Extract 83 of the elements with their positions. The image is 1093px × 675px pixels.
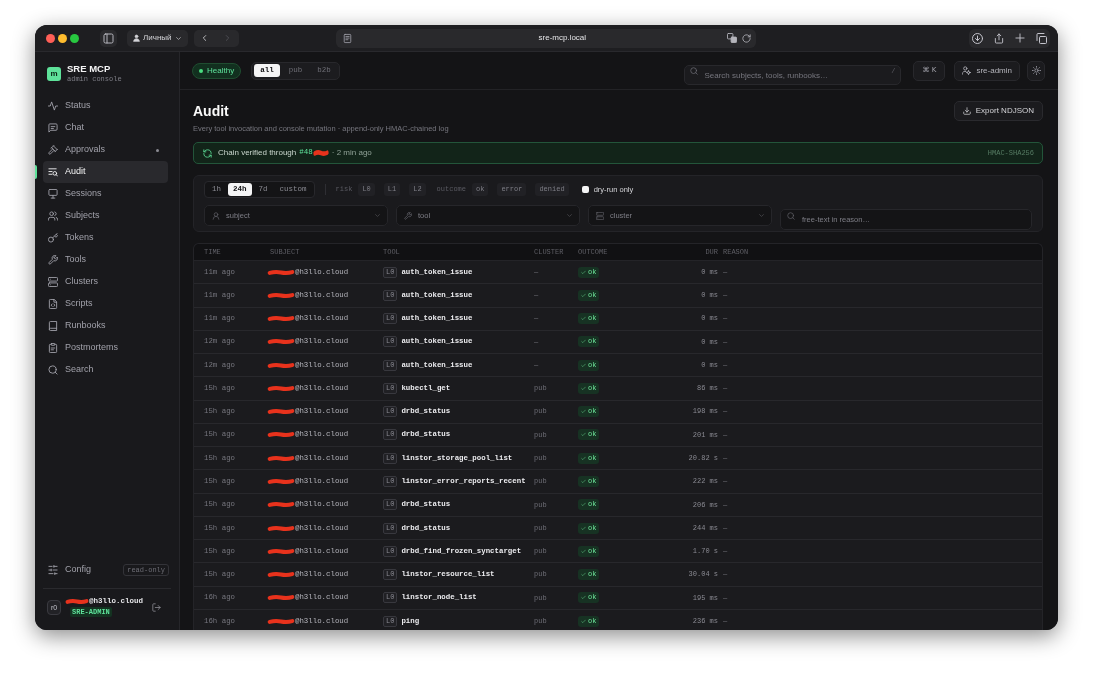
status-dot-icon — [199, 68, 203, 73]
health-label: Healthy — [207, 66, 235, 75]
check-icon — [581, 525, 586, 531]
maximize-window-icon[interactable] — [70, 33, 79, 43]
sliders-icon — [48, 565, 58, 575]
profile-button[interactable]: Личный — [127, 29, 188, 47]
check-icon — [581, 572, 586, 578]
gavel-icon — [48, 145, 58, 155]
app-name: SRE MCP — [67, 64, 112, 74]
account-button[interactable]: sre-admin — [954, 60, 1020, 81]
address-bar[interactable]: sre-mcp.local — [335, 28, 756, 48]
sidebar-item[interactable]: Postmortems — [43, 337, 168, 359]
app-logo: m — [47, 66, 61, 81]
chevron-down-icon — [758, 212, 765, 219]
chevron-down-icon — [374, 212, 381, 219]
user-gear-icon — [962, 66, 972, 75]
sidebar-item[interactable]: Approvals — [43, 139, 168, 161]
wrench-icon — [404, 211, 412, 220]
close-window-icon[interactable] — [46, 33, 55, 43]
check-icon — [581, 409, 586, 415]
book-icon — [48, 321, 58, 331]
sidebar-panel-icon — [103, 32, 114, 44]
sidebar-item[interactable]: Status — [43, 95, 168, 117]
file-code-icon — [48, 299, 58, 309]
sun-icon — [1031, 66, 1041, 75]
sidebar-item[interactable]: Clusters — [43, 271, 168, 293]
share-icon[interactable] — [994, 32, 1004, 44]
users-icon — [48, 211, 58, 221]
sidebar-item[interactable]: Chat — [43, 117, 168, 139]
search-icon — [787, 211, 795, 220]
check-icon — [581, 502, 586, 508]
check-icon — [581, 479, 586, 484]
dry-run-checkbox[interactable] — [581, 186, 589, 193]
check-icon — [581, 432, 586, 438]
search-icon — [690, 66, 699, 75]
sidebar-toggle-button[interactable] — [100, 29, 117, 47]
tabs-icon[interactable] — [1036, 32, 1047, 44]
chat-bubble-icon — [48, 123, 58, 133]
download-icon[interactable] — [972, 32, 983, 44]
check-icon — [581, 316, 586, 322]
minimize-window-icon[interactable] — [58, 33, 67, 43]
check-icon — [581, 618, 586, 624]
page-icon — [342, 32, 352, 44]
sidebar-item[interactable]: Tools — [43, 249, 168, 271]
sidebar-item[interactable]: Search — [43, 359, 168, 381]
page-title: Audit — [193, 104, 229, 118]
check-icon — [581, 292, 586, 298]
theme-toggle-button[interactable] — [1027, 60, 1045, 81]
sidebar-item[interactable]: Runbooks — [43, 315, 168, 337]
translate-icon[interactable] — [726, 33, 737, 43]
list-search-icon — [48, 167, 58, 177]
pulse-icon — [48, 101, 58, 111]
sidebar-item[interactable]: Audit — [43, 161, 168, 183]
check-icon — [581, 339, 586, 345]
sidebar-item[interactable]: Scripts — [43, 293, 168, 315]
plus-icon[interactable] — [1015, 33, 1025, 43]
user-icon — [212, 211, 220, 220]
sidebar-item[interactable]: Subjects — [43, 205, 168, 227]
monitor-icon — [48, 189, 58, 199]
download-icon — [962, 107, 971, 115]
person-icon — [133, 34, 140, 42]
check-icon — [581, 455, 586, 461]
url-text: sre-mcp.local — [538, 32, 587, 44]
key-icon — [48, 233, 58, 243]
logout-icon — [152, 602, 161, 612]
check-icon — [581, 269, 586, 275]
search-icon — [48, 365, 58, 375]
chevron-down-icon — [174, 34, 182, 42]
wrench-icon — [48, 255, 58, 265]
clipboard-icon — [48, 343, 58, 353]
check-icon — [581, 548, 586, 554]
server-icon — [48, 277, 58, 287]
export-button[interactable]: Export NDJSON — [953, 101, 1043, 121]
check-icon — [581, 385, 586, 391]
sidebar-item[interactable]: Tokens — [43, 227, 168, 249]
reload-icon[interactable] — [741, 33, 751, 43]
sidebar-item[interactable]: Sessions — [43, 183, 168, 205]
refresh-icon — [203, 148, 212, 158]
server-icon — [596, 211, 604, 220]
logout-button[interactable] — [152, 602, 161, 612]
chevron-down-icon — [566, 212, 573, 219]
check-icon — [581, 362, 586, 368]
check-icon — [581, 595, 586, 601]
